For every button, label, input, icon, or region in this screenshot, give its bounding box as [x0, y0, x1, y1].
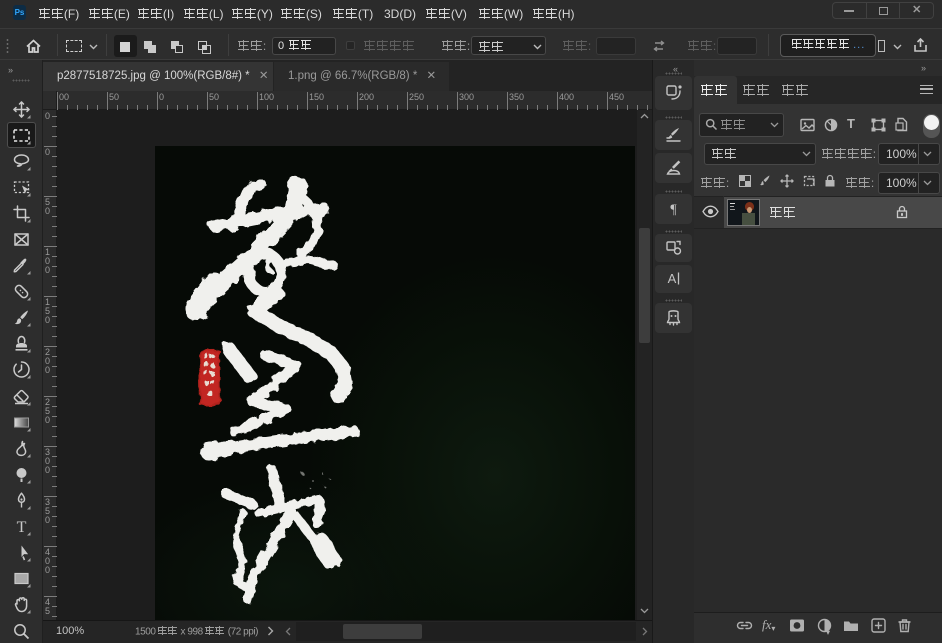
svg-text:T: T	[17, 519, 27, 536]
svg-text:A: A	[668, 271, 677, 286]
svg-text:¶: ¶	[670, 203, 677, 218]
